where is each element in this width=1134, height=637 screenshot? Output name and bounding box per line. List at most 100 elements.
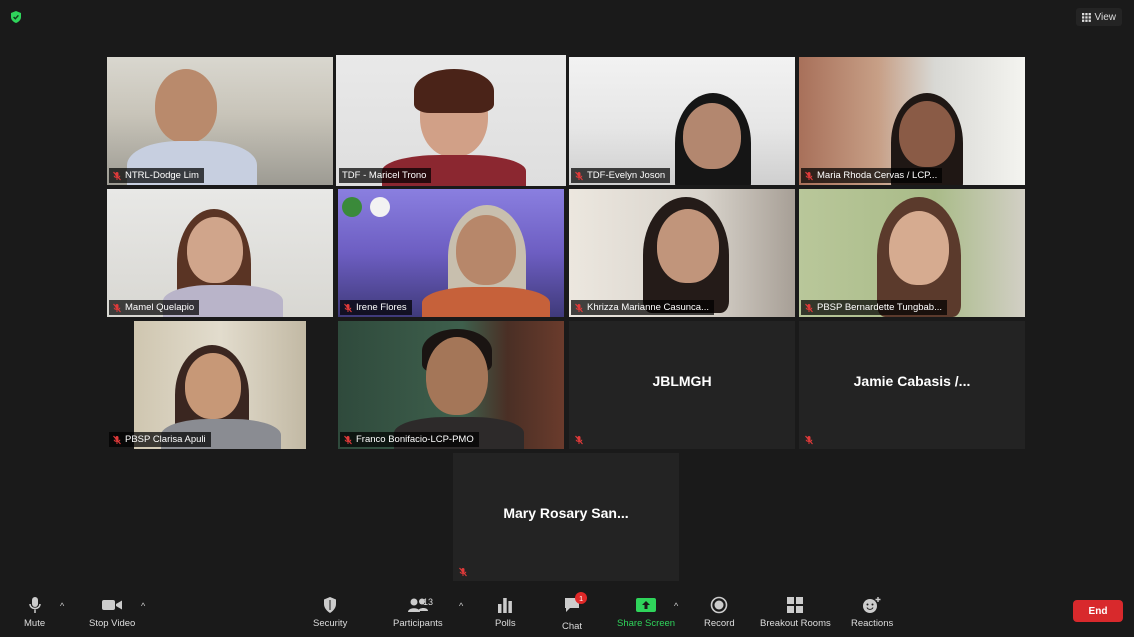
participant-name: Franco Bonifacio-LCP-PMO [356, 434, 474, 445]
participant-figure [683, 103, 741, 169]
participant-name: NTRL-Dodge Lim [125, 170, 199, 181]
participant-name: Irene Flores [356, 302, 407, 313]
participant-nameplate: TDF-Evelyn Joson [571, 168, 671, 183]
mic-muted-icon [113, 171, 121, 180]
mic-muted-icon [575, 435, 583, 445]
mute-label: Mute [24, 618, 46, 629]
participant-name: Jamie Cabasis /... [853, 373, 971, 389]
chat-icon-wrap: 1 [563, 592, 588, 621]
participant-tile-jblmgh[interactable]: JBLMGH [569, 321, 795, 449]
participant-nameplate: Khrizza Marianne Casunca... [571, 300, 714, 315]
participant-name: JBLMGH [652, 373, 712, 389]
mic-muted-icon [805, 435, 813, 445]
mute-options-caret[interactable]: ^ [60, 601, 64, 611]
participant-nameplate: Irene Flores [340, 300, 412, 315]
participant-name: Mamel Quelapio [125, 302, 195, 313]
participant-name: Mary Rosary San... [503, 505, 629, 521]
participant-tile-ntrl-dodge-lim[interactable]: NTRL-Dodge Lim [107, 57, 333, 185]
participant-figure [187, 217, 243, 283]
shield-check-icon[interactable] [9, 10, 23, 24]
mic-muted-icon [344, 303, 352, 312]
reactions-button[interactable]: Reactions [851, 596, 893, 629]
participant-tile-jamie-cabasis[interactable]: Jamie Cabasis /... [799, 321, 1025, 449]
participants-count: 13 [423, 597, 434, 607]
polls-button[interactable]: Polls [495, 596, 516, 629]
participant-nameplate: PBSP Clarisa Apuli [109, 432, 211, 447]
share-screen-button[interactable]: Share Screen [617, 596, 675, 629]
stop-video-button[interactable]: Stop Video [89, 596, 135, 629]
mic-muted-icon [805, 303, 813, 312]
mute-button[interactable]: Mute [24, 596, 45, 629]
participant-name: TDF - Maricel Trono [342, 170, 427, 181]
end-meeting-button[interactable]: End [1073, 600, 1123, 622]
participant-tile-pbsp-clarisa-apuli[interactable]: PBSP Clarisa Apuli [107, 321, 333, 449]
participant-tile-irene-flores[interactable]: Irene Flores [338, 189, 564, 317]
share-screen-label: Share Screen [617, 618, 676, 629]
stop-video-label: Stop Video [89, 618, 136, 629]
grid-icon [1081, 12, 1091, 22]
mic-muted-icon [575, 303, 583, 312]
participant-name: PBSP Clarisa Apuli [125, 434, 206, 445]
participant-nameplate: NTRL-Dodge Lim [109, 168, 204, 183]
record-icon [711, 596, 728, 614]
record-button[interactable]: Record [704, 596, 735, 629]
security-label: Security [313, 618, 348, 629]
participant-figure [889, 211, 949, 285]
participant-name: PBSP Bernardette Tungbab... [817, 302, 942, 313]
view-button[interactable]: View [1075, 8, 1122, 26]
chat-notification-badge: 1 [575, 592, 588, 604]
breakout-rooms-label: Breakout Rooms [760, 618, 831, 629]
mic-muted-icon [113, 303, 121, 312]
participant-tile-tdf-maricel-trono[interactable]: TDF - Maricel Trono [336, 55, 566, 186]
participant-nameplate: Mamel Quelapio [109, 300, 200, 315]
participant-figure [899, 101, 955, 167]
reactions-label: Reactions [851, 618, 894, 629]
video-camera-icon [102, 600, 123, 610]
participant-figure [426, 337, 488, 415]
bar-chart-icon [498, 598, 513, 613]
emoji-plus-icon [863, 597, 881, 613]
microphone-icon [28, 597, 41, 613]
participant-name: Khrizza Marianne Casunca... [587, 302, 709, 313]
participant-nameplate: PBSP Bernardette Tungbab... [801, 300, 947, 315]
video-options-caret[interactable]: ^ [141, 601, 145, 611]
participant-tile-tdf-evelyn-joson[interactable]: TDF-Evelyn Joson [569, 57, 795, 185]
record-label: Record [704, 618, 735, 629]
participant-tile-franco-bonifacio[interactable]: Franco Bonifacio-LCP-PMO [338, 321, 564, 449]
participant-tile-mamel-quelapio[interactable]: Mamel Quelapio [107, 189, 333, 317]
chat-label: Chat [562, 621, 583, 632]
participants-label: Participants [393, 618, 443, 629]
participant-name: TDF-Evelyn Joson [587, 170, 666, 181]
top-bar: View [0, 0, 1134, 34]
participant-figure [657, 209, 719, 283]
participant-nameplate: Maria Rhoda Cervas / LCP... [801, 168, 943, 183]
participant-tile-khrizza-marianne-casunca[interactable]: Khrizza Marianne Casunca... [569, 189, 795, 317]
participant-nameplate: Franco Bonifacio-LCP-PMO [340, 432, 479, 447]
mic-muted-icon [459, 567, 467, 577]
participant-tile-pbsp-bernardette-tungbab[interactable]: PBSP Bernardette Tungbab... [799, 189, 1025, 317]
shield-icon [324, 597, 337, 613]
logo-badge [342, 197, 362, 217]
participant-figure [456, 215, 516, 285]
participant-figure [155, 69, 217, 143]
participant-figure [185, 353, 241, 419]
mic-muted-icon [575, 171, 583, 180]
mic-muted-icon [805, 171, 813, 180]
mic-muted-icon [344, 435, 352, 444]
participant-tile-mary-rosary[interactable]: Mary Rosary San... [453, 453, 679, 581]
breakout-rooms-icon [787, 597, 804, 613]
breakout-rooms-button[interactable]: Breakout Rooms [760, 596, 831, 629]
chat-button[interactable]: 1 Chat [562, 592, 588, 632]
logo-badge [370, 197, 390, 217]
participants-options-caret[interactable]: ^ [459, 601, 463, 611]
participant-name: Maria Rhoda Cervas / LCP... [817, 170, 938, 181]
participants-button[interactable]: Participants 13 [393, 596, 443, 629]
share-screen-icon [636, 598, 657, 612]
view-label: View [1094, 11, 1117, 23]
share-options-caret[interactable]: ^ [674, 601, 678, 611]
participant-tile-maria-rhoda-cervas[interactable]: Maria Rhoda Cervas / LCP... [799, 57, 1025, 185]
security-button[interactable]: Security [313, 596, 347, 629]
participant-body [422, 287, 550, 317]
participant-hair [414, 69, 494, 113]
mic-muted-icon [113, 435, 121, 444]
